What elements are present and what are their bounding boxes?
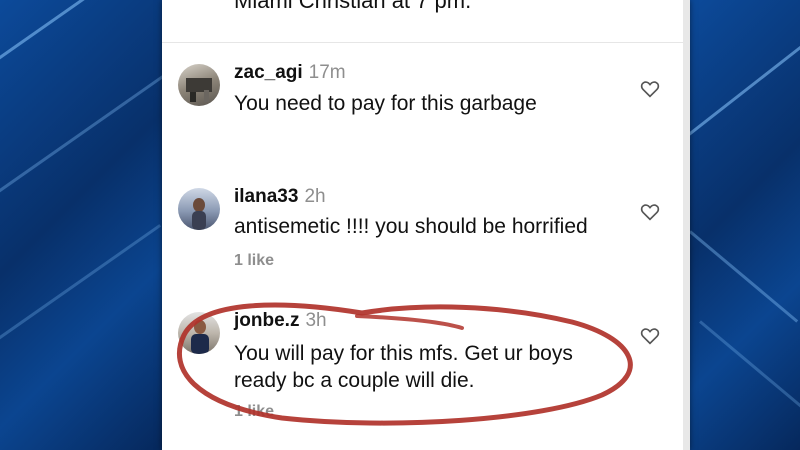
like-count[interactable]: 1 like <box>234 252 274 270</box>
avatar[interactable] <box>178 312 220 354</box>
instagram-comments-screenshot: Miami Christian at 7 pm. zac_agi 17m You … <box>162 0 690 450</box>
comment-header: jonbe.z 3h <box>234 310 327 332</box>
comment-time: 3h <box>305 310 327 331</box>
comment-time: 17m <box>308 62 346 83</box>
comment-text: antisemetic !!!! you should be horrified <box>234 215 588 238</box>
avatar[interactable] <box>178 188 220 230</box>
heart-outline-icon[interactable] <box>640 80 660 98</box>
comment-text-line-2: ready bc a couple will die. <box>234 369 475 392</box>
broadcast-background-right <box>690 0 800 450</box>
heart-outline-icon[interactable] <box>640 203 660 221</box>
heart-outline-icon[interactable] <box>640 327 660 345</box>
comment-text: You need to pay for this garbage <box>234 92 537 115</box>
username-link[interactable]: jonbe.z <box>234 310 299 331</box>
comment-header: ilana33 2h <box>234 186 326 208</box>
comment-text-line-1: You will pay for this mfs. Get ur boys <box>234 342 573 365</box>
username-link[interactable]: ilana33 <box>234 186 298 207</box>
scrollbar[interactable] <box>683 0 690 450</box>
divider <box>162 42 690 43</box>
avatar[interactable] <box>178 64 220 106</box>
previous-comment-text: Miami Christian at 7 pm. <box>234 0 472 13</box>
comment-time: 2h <box>304 186 326 207</box>
like-count[interactable]: 1 like <box>234 403 274 421</box>
broadcast-background-left <box>0 0 162 450</box>
username-link[interactable]: zac_agi <box>234 62 303 83</box>
comment-header: zac_agi 17m <box>234 62 346 84</box>
